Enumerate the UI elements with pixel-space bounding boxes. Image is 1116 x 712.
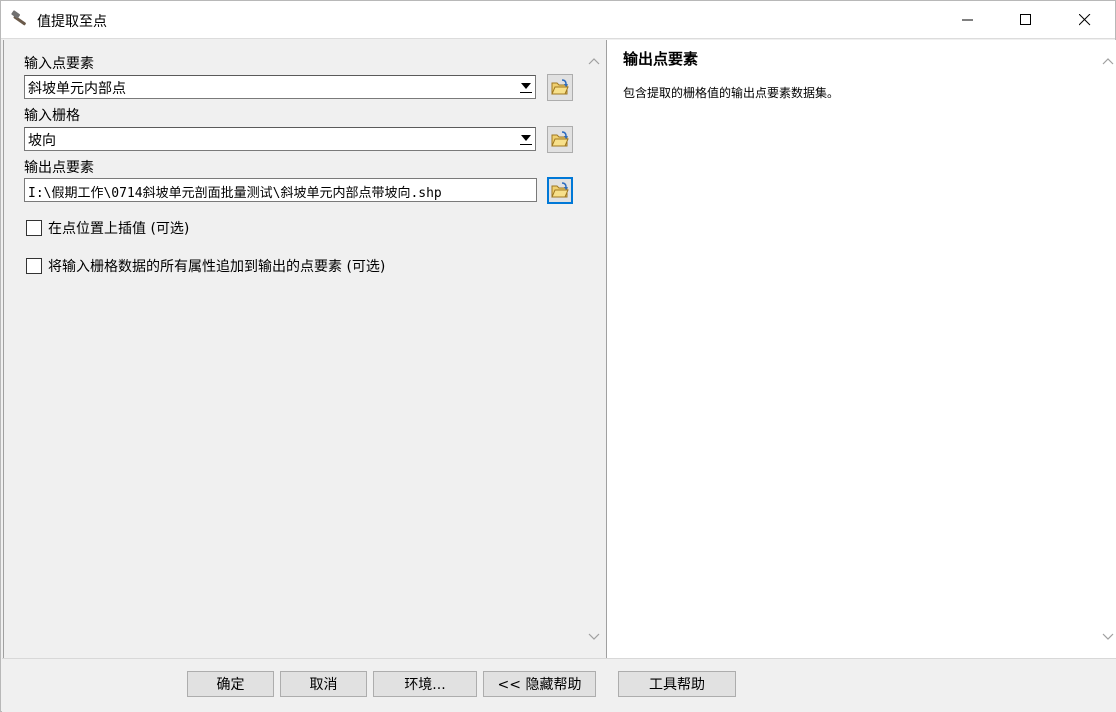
- folder-open-icon: [551, 131, 569, 147]
- scroll-down-icon: [588, 633, 600, 640]
- help-title: 输出点要素: [623, 50, 699, 68]
- help-scrollbar[interactable]: [1098, 40, 1116, 658]
- output-points-input[interactable]: I:\假期工作\0714斜坡单元剖面批量测试\斜坡单元内部点带坡向.shp: [24, 178, 537, 202]
- tool-help-button[interactable]: 工具帮助: [618, 671, 736, 697]
- input-raster-label: 输入栅格: [24, 108, 80, 124]
- scroll-up-icon: [588, 58, 600, 65]
- cancel-button[interactable]: 取消: [280, 671, 367, 697]
- scroll-down-icon: [1102, 633, 1114, 640]
- interpolate-label: 在点位置上插值 (可选): [48, 221, 190, 237]
- folder-open-icon: [551, 79, 569, 95]
- title-bar: 值提取至点: [1, 1, 1115, 39]
- interpolate-option[interactable]: 在点位置上插值 (可选): [26, 218, 189, 238]
- maximize-icon: [1020, 14, 1032, 26]
- environments-button[interactable]: 环境...: [373, 671, 477, 697]
- ok-button[interactable]: 确定: [187, 671, 274, 697]
- window-title: 值提取至点: [37, 14, 107, 30]
- input-raster-dropdown[interactable]: [517, 128, 535, 150]
- input-raster-value: 坡向: [28, 133, 56, 149]
- input-points-label: 输入点要素: [24, 56, 94, 72]
- input-points-dropdown[interactable]: [517, 76, 535, 98]
- close-button[interactable]: [1056, 1, 1114, 39]
- minimize-icon: [962, 14, 974, 26]
- append-attributes-checkbox[interactable]: [26, 258, 42, 274]
- interpolate-checkbox[interactable]: [26, 220, 42, 236]
- input-points-combo[interactable]: 斜坡单元内部点: [24, 75, 536, 99]
- chevron-down-icon: [521, 83, 531, 89]
- output-points-browse-button[interactable]: [547, 177, 573, 204]
- maximize-button[interactable]: [997, 1, 1055, 39]
- parameters-pane: 输入点要素 斜坡单元内部点 输入栅格 坡向 输出点要素 I:\假期工作\0714…: [2, 40, 603, 658]
- hide-help-button[interactable]: << 隐藏帮助: [483, 671, 596, 697]
- folder-open-icon: [551, 182, 569, 198]
- input-points-value: 斜坡单元内部点: [28, 81, 126, 97]
- chevron-down-icon: [521, 135, 531, 141]
- hammer-icon: [10, 9, 32, 31]
- input-points-browse-button[interactable]: [547, 74, 573, 101]
- close-icon: [1079, 14, 1091, 26]
- minimize-button[interactable]: [939, 1, 997, 39]
- button-bar: 确定 取消 环境... << 隐藏帮助 工具帮助: [2, 658, 1116, 712]
- input-raster-browse-button[interactable]: [547, 126, 573, 153]
- help-description: 包含提取的栅格值的输出点要素数据集。: [623, 86, 840, 100]
- input-raster-combo[interactable]: 坡向: [24, 127, 536, 151]
- output-points-label: 输出点要素: [24, 160, 94, 176]
- append-attributes-label: 将输入栅格数据的所有属性追加到输出的点要素 (可选): [48, 259, 386, 275]
- scroll-up-icon: [1102, 58, 1114, 65]
- append-attributes-option[interactable]: 将输入栅格数据的所有属性追加到输出的点要素 (可选): [26, 256, 385, 276]
- dialog-window: 值提取至点 输入点要素 斜坡单元内部点 输入栅格 坡向 输出点要素 I:\假期工…: [0, 0, 1116, 712]
- help-pane: 输出点要素 包含提取的栅格值的输出点要素数据集。: [606, 40, 1116, 658]
- parameters-scrollbar[interactable]: [584, 40, 602, 658]
